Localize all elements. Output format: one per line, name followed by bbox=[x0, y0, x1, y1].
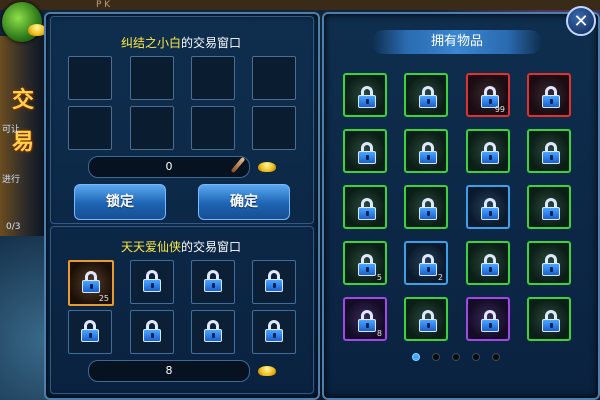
lock-icon bbox=[358, 310, 376, 332]
partner-trade-slot[interactable] bbox=[68, 310, 112, 354]
item-quantity: 5 bbox=[376, 273, 382, 282]
inventory-item[interactable] bbox=[527, 73, 571, 117]
page-dot[interactable] bbox=[492, 353, 500, 361]
inventory-item[interactable] bbox=[527, 297, 571, 341]
lock-icon bbox=[481, 310, 499, 332]
lock-icon bbox=[481, 198, 499, 220]
my-trade-slot[interactable] bbox=[68, 106, 112, 150]
partner-gold-amount: 8 bbox=[88, 360, 250, 382]
lock-icon bbox=[481, 254, 499, 276]
lock-icon bbox=[358, 142, 376, 164]
lock-icon bbox=[542, 198, 560, 220]
lock-icon bbox=[542, 142, 560, 164]
my-trade-slot[interactable] bbox=[68, 56, 112, 100]
inventory-item[interactable] bbox=[404, 73, 448, 117]
lock-icon bbox=[204, 270, 222, 292]
inventory-item[interactable] bbox=[527, 129, 571, 173]
lock-icon bbox=[542, 254, 560, 276]
close-button[interactable]: ✕ bbox=[566, 6, 596, 36]
item-quantity: 2 bbox=[437, 273, 443, 282]
lock-button[interactable]: 锁定 bbox=[74, 184, 166, 220]
item-quantity: 8 bbox=[376, 329, 382, 338]
partner-trade-slot[interactable] bbox=[130, 260, 174, 304]
inventory-item[interactable] bbox=[343, 129, 387, 173]
lock-icon bbox=[419, 142, 437, 164]
bag-icon[interactable] bbox=[2, 2, 42, 42]
my-trade-slot[interactable] bbox=[130, 56, 174, 100]
item-quantity: 99 bbox=[494, 105, 505, 114]
my-trade-slot[interactable] bbox=[252, 56, 296, 100]
gold-ingot-icon bbox=[258, 366, 276, 376]
lock-icon bbox=[542, 86, 560, 108]
inventory-item[interactable]: 2 bbox=[404, 241, 448, 285]
lock-icon bbox=[542, 310, 560, 332]
my-gold-amount-input[interactable]: 0 bbox=[88, 156, 250, 178]
inventory-item[interactable] bbox=[527, 185, 571, 229]
gold-ingot-icon bbox=[258, 162, 276, 172]
lock-icon bbox=[419, 198, 437, 220]
partner-trade-slot[interactable] bbox=[252, 260, 296, 304]
page-dot[interactable] bbox=[452, 353, 460, 361]
partner-trade-slot[interactable]: 25 bbox=[68, 260, 114, 306]
inventory-item[interactable]: 99 bbox=[466, 73, 510, 117]
side-text-fragment: 进行 bbox=[2, 175, 21, 185]
inventory-item[interactable] bbox=[343, 185, 387, 229]
lock-icon bbox=[82, 271, 100, 293]
inventory-item[interactable]: 5 bbox=[343, 241, 387, 285]
item-quantity: 25 bbox=[98, 294, 109, 303]
my-trade-slot[interactable] bbox=[191, 106, 235, 150]
my-trade-slot[interactable] bbox=[191, 56, 235, 100]
side-text-fragment: 可让 bbox=[2, 125, 21, 135]
top-hud-label: P K bbox=[96, 0, 111, 10]
partner-trade-slot[interactable] bbox=[252, 310, 296, 354]
inventory-item[interactable] bbox=[343, 73, 387, 117]
inventory-item[interactable] bbox=[527, 241, 571, 285]
confirm-button[interactable]: 确定 bbox=[198, 184, 290, 220]
lock-icon bbox=[265, 270, 283, 292]
partner-trade-slot[interactable] bbox=[191, 260, 235, 304]
my-window-title: 纠结之小白的交易窗口 bbox=[120, 36, 242, 50]
lock-icon bbox=[358, 86, 376, 108]
inventory-item[interactable] bbox=[466, 241, 510, 285]
partner-trade-slot[interactable] bbox=[130, 310, 174, 354]
page-dot[interactable] bbox=[472, 353, 480, 361]
lock-icon bbox=[481, 142, 499, 164]
lock-icon bbox=[419, 86, 437, 108]
lock-icon bbox=[143, 270, 161, 292]
inventory-item[interactable]: 8 bbox=[343, 297, 387, 341]
inventory-item[interactable] bbox=[404, 185, 448, 229]
page-dot[interactable] bbox=[412, 353, 420, 361]
lock-icon bbox=[81, 320, 99, 342]
partner-trade-slot[interactable] bbox=[191, 310, 235, 354]
inventory-title: 拥有物品 bbox=[372, 30, 542, 54]
lock-icon bbox=[265, 320, 283, 342]
lock-icon bbox=[358, 198, 376, 220]
lock-icon bbox=[419, 310, 437, 332]
side-counter: 0/3 bbox=[6, 222, 21, 232]
my-trade-slot[interactable] bbox=[130, 106, 174, 150]
top-hud-strip: P K bbox=[0, 0, 600, 10]
inventory-item[interactable] bbox=[466, 297, 510, 341]
lock-icon bbox=[358, 254, 376, 276]
inventory-item[interactable] bbox=[404, 129, 448, 173]
lock-icon bbox=[143, 320, 161, 342]
inventory-item[interactable] bbox=[466, 185, 510, 229]
lock-icon bbox=[204, 320, 222, 342]
my-trade-slot[interactable] bbox=[252, 106, 296, 150]
inventory-item[interactable] bbox=[466, 129, 510, 173]
page-dot[interactable] bbox=[432, 353, 440, 361]
inventory-item[interactable] bbox=[404, 297, 448, 341]
lock-icon bbox=[419, 254, 437, 276]
partner-window-title: 天天爱仙侠的交易窗口 bbox=[120, 240, 242, 254]
